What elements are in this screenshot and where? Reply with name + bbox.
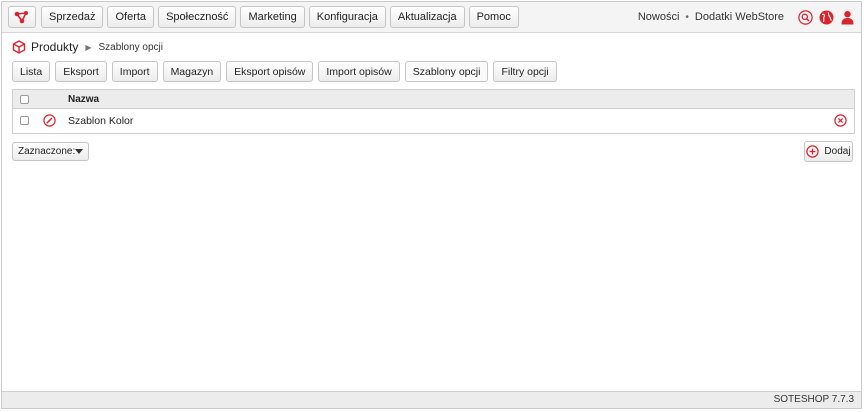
tab-magazyn[interactable]: Magazyn (162, 61, 222, 82)
webstore-addons-link[interactable]: Dodatki WebStore (695, 11, 784, 23)
add-button-label: Dodaj (824, 146, 851, 157)
tab-import[interactable]: Import (111, 61, 158, 82)
add-button[interactable]: Dodaj (804, 141, 853, 162)
tab-eksport[interactable]: Eksport (55, 61, 107, 82)
table-row[interactable]: Szablon Kolor (13, 109, 854, 133)
menu-item-oferta[interactable]: Oferta (107, 6, 155, 28)
tab-szablony-opcji[interactable]: Szablony opcji (404, 61, 489, 82)
products-tabs: Lista Eksport Import Magazyn Eksport opi… (12, 61, 557, 82)
row-name-link[interactable]: Szablon Kolor (68, 115, 133, 127)
footer: SOTESHOP 7.7.3 (2, 391, 861, 408)
menu-item-spolecznosc[interactable]: Społeczność (158, 6, 237, 28)
link-separator: • (685, 11, 689, 23)
tab-eksport-opisow[interactable]: Eksport opisów (226, 61, 314, 82)
chevron-down-icon (75, 149, 84, 154)
menu-item-marketing[interactable]: Marketing (240, 6, 305, 28)
breadcrumb: Produkty ▶ Szablony opcji (12, 39, 163, 55)
app-window: Sprzedaż Oferta Społeczność Marketing Ko… (1, 1, 862, 409)
breadcrumb-arrow-icon: ▶ (85, 42, 92, 52)
globe-icon[interactable] (819, 10, 834, 25)
news-link[interactable]: Nowości (638, 11, 680, 23)
breadcrumb-current: Szablony opcji (98, 41, 163, 53)
table-header: Nazwa (13, 90, 854, 109)
select-all-checkbox[interactable] (20, 95, 29, 104)
top-right-links: Nowości • Dodatki WebStore (638, 7, 855, 27)
selected-actions-dropdown[interactable]: Zaznaczone: (12, 142, 89, 161)
products-cube-icon (12, 40, 26, 54)
menu-item-pomoc[interactable]: Pomoc (468, 6, 519, 28)
selected-actions-label: Zaznaczone: (18, 146, 76, 157)
soteshop-logo-icon (14, 11, 28, 24)
delete-icon[interactable] (834, 114, 847, 127)
menu-item-sprzedaz[interactable]: Sprzedaż (41, 6, 104, 28)
top-navigation-bar: Sprzedaż Oferta Społeczność Marketing Ko… (2, 2, 861, 33)
column-header-name[interactable]: Nazwa (68, 94, 99, 105)
breadcrumb-products-link[interactable]: Produkty (31, 40, 78, 54)
tab-import-opisow[interactable]: Import opisów (318, 61, 400, 82)
menu-item-aktualizacja[interactable]: Aktualizacja (389, 6, 465, 28)
option-templates-table: Nazwa Szablon Kolor (12, 89, 855, 134)
menu-item-konfiguracja[interactable]: Konfiguracja (308, 6, 386, 28)
version-label: SOTESHOP 7.7.3 (773, 394, 854, 405)
row-checkbox[interactable] (20, 116, 29, 125)
main-menu: Sprzedaż Oferta Społeczność Marketing Ko… (41, 6, 519, 28)
user-icon[interactable] (840, 10, 855, 25)
edit-icon[interactable] (43, 114, 56, 127)
tab-lista[interactable]: Lista (12, 61, 51, 82)
plus-circle-icon (806, 145, 820, 158)
tab-filtry-opcji[interactable]: Filtry opcji (493, 61, 557, 82)
home-logo-button[interactable] (8, 6, 36, 28)
search-icon[interactable] (798, 9, 813, 25)
